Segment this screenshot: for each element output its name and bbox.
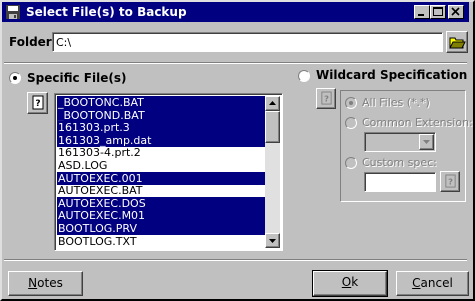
- close-icon: [451, 7, 460, 16]
- ok-button[interactable]: Ok: [312, 270, 388, 297]
- file-list-item[interactable]: _BOOTOND.BAT: [57, 108, 267, 122]
- scroll-up-button[interactable]: [265, 96, 280, 111]
- wildcard-radio[interactable]: [298, 70, 310, 82]
- svg-text:?: ?: [35, 99, 40, 109]
- custom-spec-label: Custom spec:: [362, 156, 437, 169]
- folder-label: Folder:: [9, 35, 57, 49]
- all-files-radio[interactable]: [345, 97, 357, 109]
- help-book-icon: ?: [321, 91, 332, 105]
- file-list-item[interactable]: ASD.LOG: [57, 159, 267, 172]
- help-custom-button[interactable]: ?: [440, 171, 460, 192]
- svg-text:?: ?: [448, 176, 453, 186]
- help-wildcard-button[interactable]: ?: [316, 88, 336, 109]
- common-extension-label: Common Extension:: [362, 116, 473, 129]
- help-book-icon: ?: [32, 95, 44, 110]
- browse-folder-button[interactable]: [446, 31, 468, 53]
- file-list-item[interactable]: AUTOEXEC.M01: [57, 209, 267, 223]
- cancel-button[interactable]: Cancel: [396, 271, 469, 296]
- help-book-icon: ?: [445, 174, 456, 188]
- file-list[interactable]: _BOOTONC.BAT _BOOTOND.BAT 161303.prt.3 1613…: [54, 93, 283, 251]
- ok-button-label: Ok: [341, 275, 359, 289]
- separator: [4, 62, 467, 64]
- close-button[interactable]: [448, 5, 464, 19]
- cancel-button-label: Cancel: [412, 276, 453, 290]
- dropdown-button[interactable]: [419, 134, 434, 150]
- minimize-button[interactable]: [414, 5, 430, 19]
- floppy-disk-icon: [6, 5, 20, 19]
- common-extension-select[interactable]: [364, 132, 436, 152]
- chevron-down-icon: [423, 140, 430, 144]
- specific-files-radio[interactable]: [9, 72, 21, 84]
- folder-path: C:\: [56, 36, 72, 49]
- file-list-item[interactable]: 161303-4.prt.2: [57, 146, 267, 159]
- arrow-down-icon: [269, 239, 276, 243]
- file-list-item[interactable]: AUTOEXEC.001: [57, 171, 267, 185]
- help-specific-button[interactable]: ?: [27, 92, 48, 114]
- file-list-item[interactable]: _BOOTONC.BAT: [57, 96, 267, 109]
- custom-spec-radio[interactable]: [345, 157, 357, 169]
- open-folder-icon: [449, 37, 466, 49]
- window-title: Select File(s) to Backup: [26, 5, 187, 19]
- custom-spec-input[interactable]: [364, 172, 436, 192]
- file-list-item[interactable]: BOOTLOG.PRV: [57, 222, 267, 235]
- file-list-item[interactable]: 161303.prt.3: [57, 121, 267, 135]
- notes-button-label: Notes: [28, 276, 63, 290]
- specific-files-label[interactable]: Specific File(s): [27, 71, 126, 85]
- separator: [4, 259, 467, 261]
- arrow-up-icon: [269, 101, 276, 105]
- maximize-icon: [433, 7, 443, 16]
- notes-button[interactable]: Notes: [8, 271, 83, 296]
- file-list-item[interactable]: 161303_amp.dat: [57, 133, 267, 147]
- minimize-icon: [418, 14, 424, 16]
- file-list-scrollbar[interactable]: [265, 96, 280, 248]
- scroll-thumb[interactable]: [265, 111, 280, 143]
- file-list-item[interactable]: AUTOEXEC.BAT: [57, 184, 267, 197]
- title-bar[interactable]: Select File(s) to Backup: [2, 2, 469, 22]
- file-list-item[interactable]: BOOTLOG.TXT: [57, 235, 267, 248]
- maximize-button[interactable]: [430, 5, 446, 19]
- scroll-down-button[interactable]: [265, 233, 280, 248]
- all-files-label: All Files (*.*): [362, 96, 430, 109]
- file-list-item[interactable]: AUTOEXEC.DOS: [57, 196, 267, 210]
- folder-field[interactable]: C:\: [52, 32, 443, 52]
- svg-text:?: ?: [324, 93, 329, 103]
- wildcard-label[interactable]: Wildcard Specification: [316, 68, 467, 82]
- common-extension-radio[interactable]: [345, 117, 357, 129]
